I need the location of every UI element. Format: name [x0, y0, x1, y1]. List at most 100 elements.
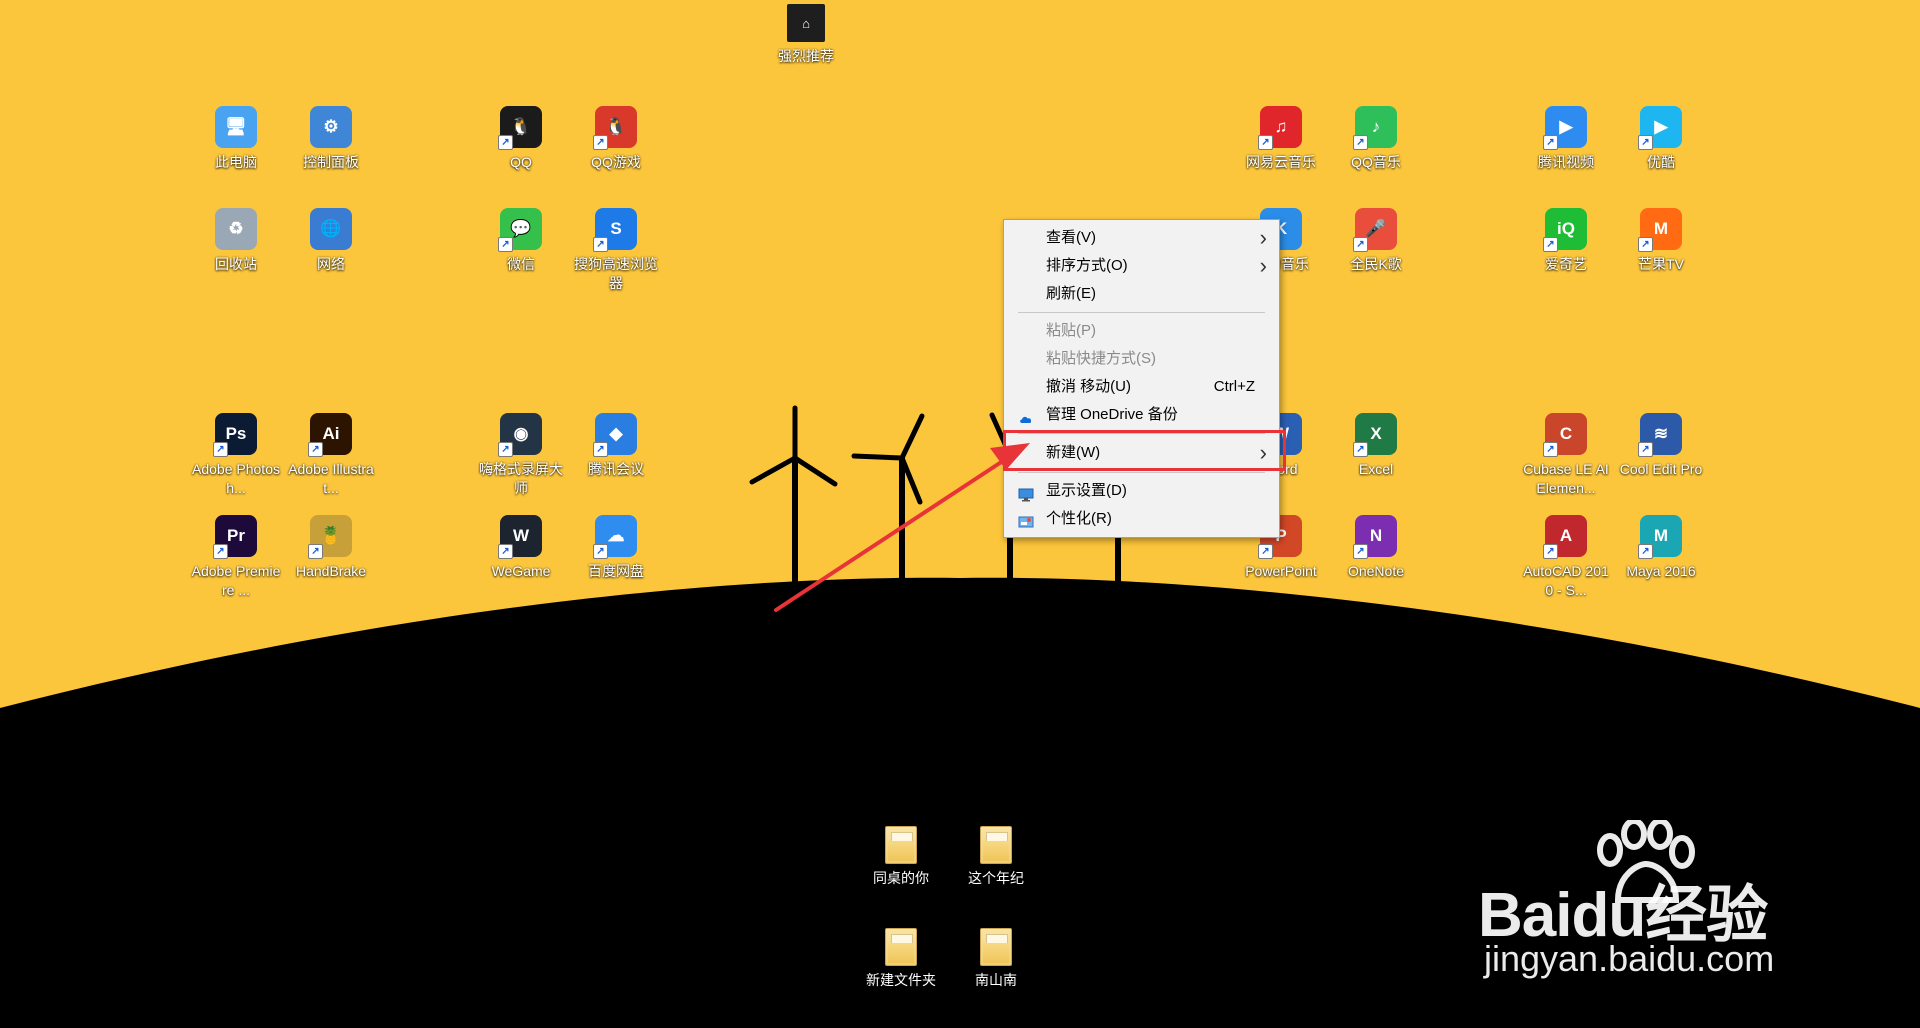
menu-item-label: 显示设置(D)	[1046, 482, 1127, 499]
desktop-icon-youku[interactable]: ▶ ↗ 优酷	[1615, 106, 1707, 172]
onedrive-cloud-icon	[1018, 408, 1034, 423]
menu-item-label: 粘贴(P)	[1046, 322, 1096, 339]
desktop-icon-this-pc[interactable]: 🖥 此电脑	[190, 106, 282, 172]
menu-item-label: 刷新(E)	[1046, 285, 1096, 302]
desktop-icon-quanmin-k[interactable]: 🎤 ↗ 全民K歌	[1330, 208, 1422, 274]
desktop-icon-autocad[interactable]: A ↗ AutoCAD 2010 - S...	[1520, 515, 1612, 600]
desktop-icon-label: 腾讯会议	[588, 461, 644, 477]
quanmin-k-icon: 🎤 ↗	[1353, 208, 1397, 252]
desktop-icon-label: 控制面板	[303, 154, 359, 170]
youku-icon: ▶ ↗	[1638, 106, 1682, 150]
desktop-icon-label: 搜狗高速浏览器	[574, 256, 658, 291]
desktop-icon-label: 腾讯视频	[1538, 154, 1594, 170]
desktop-icon-label: Adobe Photosh...	[192, 461, 280, 496]
menu-item-new[interactable]: 新建(W) ›	[1004, 438, 1279, 468]
desktop-icon-label: Adobe Premiere ...	[191, 563, 281, 598]
network-icon: 🌐	[310, 208, 352, 250]
desktop-icon-wegame[interactable]: W ↗ WeGame	[475, 515, 567, 581]
shortcut-arrow-icon: ↗	[213, 544, 228, 559]
desktop-icon-tencent-video[interactable]: ▶ ↗ 腾讯视频	[1520, 106, 1612, 172]
desktop-folder-nanshannan[interactable]: 南山南	[950, 928, 1042, 990]
qq-music-icon: ♪ ↗	[1353, 106, 1397, 150]
shortcut-arrow-icon: ↗	[1638, 544, 1653, 559]
excel-icon: X ↗	[1353, 413, 1397, 457]
mango-tv-icon: M ↗	[1638, 208, 1682, 252]
shortcut-arrow-icon: ↗	[1638, 135, 1653, 150]
desktop-folder-new[interactable]: 新建文件夹	[855, 928, 947, 990]
desktop-icon-cool-edit[interactable]: ≋ ↗ Cool Edit Pro	[1615, 413, 1707, 479]
folder-icon	[980, 826, 1012, 864]
desktop-icon-iqiyi[interactable]: iQ ↗ 爱奇艺	[1520, 208, 1612, 274]
desktop-icon-onenote[interactable]: N ↗ OneNote	[1330, 515, 1422, 581]
shortcut-arrow-icon: ↗	[1353, 442, 1368, 457]
shortcut-arrow-icon: ↗	[1353, 544, 1368, 559]
desktop-folder-zhege-nianji[interactable]: 这个年纪	[950, 826, 1042, 888]
shortcut-arrow-icon: ↗	[1353, 237, 1368, 252]
menu-item-undo-move[interactable]: 撤消 移动(U) Ctrl+Z	[1004, 373, 1279, 401]
menu-separator	[1018, 433, 1265, 434]
desktop-icon-cubase[interactable]: C ↗ Cubase LE AI Elemen...	[1520, 413, 1612, 498]
shortcut-arrow-icon: ↗	[593, 442, 608, 457]
menu-item-label: 新建(W)	[1046, 444, 1101, 461]
menu-item-view[interactable]: 查看(V) ›	[1004, 224, 1279, 252]
menu-item-paste: 粘贴(P)	[1004, 317, 1279, 345]
desktop-icon-photoshop[interactable]: Ps ↗ Adobe Photosh...	[190, 413, 282, 498]
desktop-icon-qq-game[interactable]: 🐧 ↗ QQ游戏	[570, 106, 662, 172]
folder-label: 同桌的你	[873, 870, 929, 886]
folder-label: 新建文件夹	[866, 972, 936, 988]
qq-game-icon: 🐧 ↗	[593, 106, 637, 150]
recycle-bin-icon: ♻	[215, 208, 257, 250]
sogou-browser-icon: S ↗	[593, 208, 637, 252]
desktop-icon-handbrake[interactable]: 🍍 ↗ HandBrake	[285, 515, 377, 581]
menu-item-label: 管理 OneDrive 备份	[1046, 406, 1178, 423]
desktop-icon-label: 百度网盘	[588, 563, 644, 579]
desktop-icon-tencent-meeting[interactable]: ◆ ↗ 腾讯会议	[570, 413, 662, 479]
desktop-icon-netease-music[interactable]: ♫ ↗ 网易云音乐	[1235, 106, 1327, 172]
wegame-icon: W ↗	[498, 515, 542, 559]
menu-item-personalize[interactable]: 个性化(R)	[1004, 505, 1279, 533]
desktop-icon-recycle-bin[interactable]: ♻ 回收站	[190, 208, 282, 274]
desktop-icon-qq-music[interactable]: ♪ ↗ QQ音乐	[1330, 106, 1422, 172]
desktop-icon-label: Excel	[1358, 461, 1394, 477]
desktop-icon-label: 网络	[317, 256, 345, 272]
top-app-shortcut[interactable]: ⌂ 强烈推荐	[770, 4, 842, 66]
desktop-icon-premiere[interactable]: Pr ↗ Adobe Premiere ...	[190, 515, 282, 600]
desktop-icon-mango-tv[interactable]: M ↗ 芒果TV	[1615, 208, 1707, 274]
shortcut-arrow-icon: ↗	[1543, 237, 1558, 252]
desktop-icon-maya[interactable]: M ↗ Maya 2016	[1615, 515, 1707, 581]
desktop-folder-tongzhuo[interactable]: 同桌的你	[855, 826, 947, 888]
desktop-icon-label: HandBrake	[295, 563, 367, 579]
shortcut-arrow-icon: ↗	[308, 442, 323, 457]
desktop-icon-sogou-browser[interactable]: S ↗ 搜狗高速浏览器	[570, 208, 662, 293]
menu-item-sort[interactable]: 排序方式(O) ›	[1004, 252, 1279, 280]
shortcut-arrow-icon: ↗	[1258, 544, 1273, 559]
top-app-label: 强烈推荐	[778, 48, 834, 64]
shortcut-arrow-icon: ↗	[213, 442, 228, 457]
shortcut-arrow-icon: ↗	[1638, 237, 1653, 252]
menu-item-label: 粘贴快捷方式(S)	[1046, 350, 1156, 367]
desktop-icon-screen-recorder[interactable]: ◉ ↗ 嗨格式录屏大师	[475, 413, 567, 498]
shortcut-arrow-icon: ↗	[498, 442, 513, 457]
maya-icon: M ↗	[1638, 515, 1682, 559]
desktop-icon-label: Cool Edit Pro	[1619, 461, 1703, 477]
desktop-icon-network[interactable]: 🌐 网络	[285, 208, 377, 274]
folder-icon	[885, 928, 917, 966]
menu-item-refresh[interactable]: 刷新(E)	[1004, 280, 1279, 308]
desktop-icon-excel[interactable]: X ↗ Excel	[1330, 413, 1422, 479]
menu-item-label: 排序方式(O)	[1046, 257, 1128, 274]
desktop-icon-illustrator[interactable]: Ai ↗ Adobe Illustrat...	[285, 413, 377, 498]
folder-label: 这个年纪	[968, 870, 1024, 886]
chevron-right-icon: ›	[1259, 440, 1267, 465]
desktop-icon-wechat[interactable]: 💬 ↗ 微信	[475, 208, 567, 274]
display-settings-icon	[1018, 484, 1034, 502]
desktop-icon-baidu-pan[interactable]: ☁ ↗ 百度网盘	[570, 515, 662, 581]
desktop[interactable]: ⌂ 强烈推荐 🖥 此电脑 ⚙ 控制面板 🐧 ↗ QQ 🐧 ↗ QQ游戏 ♫ ↗ 网易云音乐 ♪ ↗ QQ音乐 ▶…	[0, 0, 1920, 1028]
chevron-right-icon: ›	[1259, 253, 1267, 278]
menu-item-onedrive[interactable]: 管理 OneDrive 备份	[1004, 401, 1279, 429]
desktop-icon-control-panel[interactable]: ⚙ 控制面板	[285, 106, 377, 172]
desktop-icon-qq[interactable]: 🐧 ↗ QQ	[475, 106, 567, 172]
menu-item-display-settings[interactable]: 显示设置(D)	[1004, 477, 1279, 505]
cubase-icon: C ↗	[1543, 413, 1587, 457]
qq-penguin-icon: 🐧 ↗	[498, 106, 542, 150]
folder-label: 南山南	[975, 972, 1017, 988]
